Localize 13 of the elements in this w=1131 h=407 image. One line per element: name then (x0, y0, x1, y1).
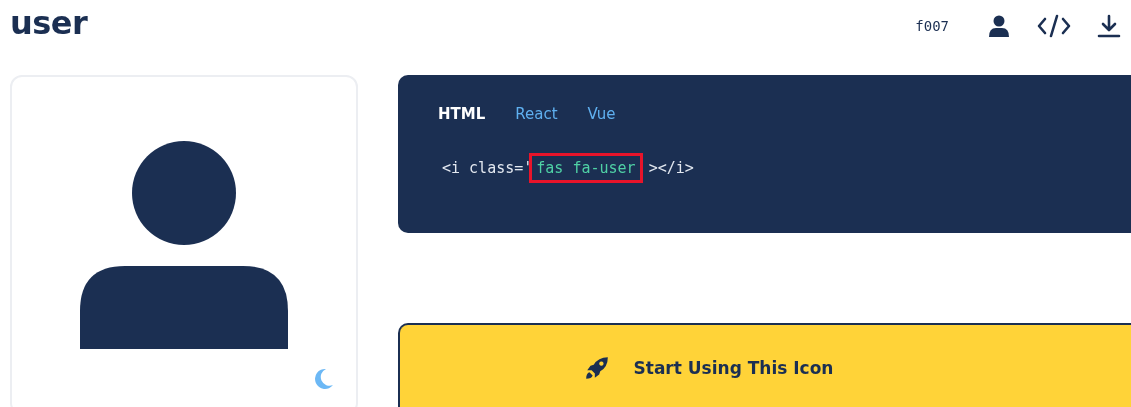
user-icon[interactable] (987, 14, 1011, 38)
code-text: <i class=' (442, 159, 533, 177)
rocket-icon (583, 355, 610, 381)
page-title: user (10, 4, 88, 42)
code-icon[interactable] (1037, 14, 1071, 38)
unicode-label: f007 (915, 18, 949, 34)
code-tab[interactable]: Vue (587, 105, 616, 123)
highlighted-class-text: fas fa-user (532, 156, 640, 180)
code-tab[interactable]: HTML (438, 105, 486, 123)
code-tab[interactable]: React (515, 105, 558, 123)
code-text: ></i> (647, 159, 694, 177)
download-icon[interactable] (1097, 14, 1121, 38)
start-using-button[interactable]: Start Using This Icon (398, 323, 1131, 407)
